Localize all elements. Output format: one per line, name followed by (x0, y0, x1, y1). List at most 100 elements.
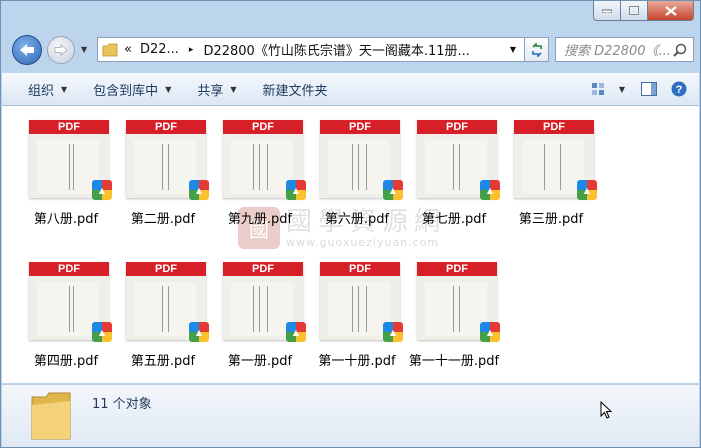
close-button[interactable] (648, 1, 694, 21)
pdf-band: PDF (514, 120, 594, 134)
page-preview (37, 140, 99, 194)
search-box[interactable]: 搜索 D22800《... (555, 37, 694, 62)
pdf-app-glyph: ▲ (389, 185, 397, 195)
pdf-app-icon: ▲ (383, 180, 403, 200)
pdf-band: PDF (320, 262, 400, 276)
text-column-line (162, 286, 163, 332)
pdf-band: PDF (320, 120, 400, 134)
breadcrumb-current[interactable]: D22800《竹山陈氏宗谱》天一阁藏本.11册... (203, 40, 501, 59)
page-preview (134, 282, 196, 336)
address-row: ▼ « D22... ▸ D22800《竹山陈氏宗谱》天一阁藏本.11册... … (1, 33, 700, 69)
folder-icon (102, 43, 118, 56)
address-dropdown-icon[interactable]: ▼ (510, 45, 516, 54)
file-item[interactable]: PDF ▲ 第一十册.pdf (309, 262, 405, 372)
file-item[interactable]: PDF ▲ 第二册.pdf (115, 120, 211, 230)
item-count: 11 个对象 (92, 397, 152, 412)
organize-menu[interactable]: 组织 ▼ (2, 73, 80, 105)
pdf-app-glyph: ▲ (98, 327, 106, 337)
pdf-app-glyph: ▲ (292, 327, 300, 337)
organize-label: 组织 (28, 83, 55, 99)
view-options-button[interactable]: ▼ (585, 73, 631, 105)
pdf-app-glyph: ▲ (583, 185, 591, 195)
title-bar (1, 1, 700, 31)
file-item[interactable]: PDF ▲ 第七册.pdf (406, 120, 502, 230)
text-column-line (259, 144, 260, 190)
address-bar[interactable]: « D22... ▸ D22800《竹山陈氏宗谱》天一阁藏本.11册... ▼ (97, 37, 525, 62)
file-name: 第三册.pdf (518, 212, 584, 227)
new-folder-button[interactable]: 新建文件夹 (250, 73, 341, 105)
page-preview (328, 140, 390, 194)
text-column-line (459, 144, 460, 190)
pdf-band: PDF (29, 120, 109, 134)
file-name: 第一十册.pdf (318, 354, 396, 369)
pdf-band: PDF (223, 120, 303, 134)
pdf-app-icon: ▲ (480, 180, 500, 200)
include-label: 包含到库中 (93, 83, 159, 99)
share-menu[interactable]: 共享 ▼ (184, 73, 249, 105)
maximize-button[interactable] (621, 1, 648, 21)
text-column-line (358, 144, 359, 190)
preview-pane-button[interactable] (631, 73, 667, 105)
pdf-app-glyph: ▲ (98, 185, 106, 195)
file-name: 第五册.pdf (130, 354, 196, 369)
file-name: 第八册.pdf (33, 212, 99, 227)
file-name: 第一册.pdf (227, 354, 293, 369)
text-column-line (366, 286, 367, 332)
watermark-url: www.guoxueziyuan.com (286, 235, 440, 249)
file-item[interactable]: PDF ▲ 第六册.pdf (309, 120, 405, 230)
pdf-band: PDF (126, 262, 206, 276)
page-preview (231, 140, 293, 194)
file-item[interactable]: PDF ▲ 第四册.pdf (18, 262, 114, 372)
file-item[interactable]: PDF ▲ 第五册.pdf (115, 262, 211, 372)
text-column-line (267, 286, 268, 332)
view-grid-icon (591, 83, 604, 95)
minimize-button[interactable] (593, 1, 621, 21)
pdf-app-icon: ▲ (92, 322, 112, 342)
breadcrumb-parent[interactable]: D22... (140, 42, 179, 57)
file-item[interactable]: PDF ▲ 第一册.pdf (212, 262, 308, 372)
file-list: 國 國學資源網 www.guoxueziyuan.com PDF ▲ 第八册.pdf… (2, 106, 699, 383)
back-button[interactable] (12, 35, 42, 65)
search-input[interactable]: 搜索 D22800《... (556, 40, 673, 59)
forward-button[interactable] (47, 36, 75, 64)
folder-large-icon (31, 392, 71, 440)
text-column-line (69, 144, 70, 190)
pdf-app-glyph: ▲ (486, 185, 494, 195)
recent-pages-dropdown[interactable]: ▼ (81, 45, 87, 54)
file-item[interactable]: PDF ▲ 第一十一册.pdf (406, 262, 502, 372)
text-column-line (352, 286, 353, 332)
text-column-line (73, 144, 74, 190)
text-column-line (162, 144, 163, 190)
maximize-icon (629, 6, 639, 15)
pdf-app-glyph: ▲ (486, 327, 494, 337)
file-name: 第四册.pdf (33, 354, 99, 369)
pdf-app-icon: ▲ (286, 180, 306, 200)
text-column-line (253, 144, 254, 190)
chevron-down-icon: ▼ (61, 84, 68, 94)
chevron-down-icon: ▼ (230, 84, 237, 94)
page-preview (328, 282, 390, 336)
svg-text:?: ? (676, 84, 683, 96)
share-label: 共享 (197, 83, 224, 99)
page-preview (425, 282, 487, 336)
breadcrumb-separator-icon[interactable]: ▸ (189, 45, 194, 55)
address-overflow[interactable]: « (124, 42, 132, 57)
pdf-app-icon: ▲ (480, 322, 500, 342)
pdf-band: PDF (417, 262, 497, 276)
text-column-line (73, 286, 74, 332)
text-column-line (267, 144, 268, 190)
file-item[interactable]: PDF ▲ 第八册.pdf (18, 120, 114, 230)
search-icon[interactable] (673, 43, 687, 57)
close-icon (664, 5, 677, 16)
include-in-library-menu[interactable]: 包含到库中 ▼ (80, 73, 184, 105)
pdf-app-icon: ▲ (286, 322, 306, 342)
file-item[interactable]: PDF ▲ 第三册.pdf (503, 120, 599, 230)
forward-arrow-icon (54, 44, 68, 56)
pdf-band: PDF (223, 262, 303, 276)
pdf-app-glyph: ▲ (195, 327, 203, 337)
file-item[interactable]: PDF ▲ 第九册.pdf (212, 120, 308, 230)
pdf-app-icon: ▲ (577, 180, 597, 200)
help-button[interactable]: ? (667, 73, 699, 105)
text-column-line (352, 144, 353, 190)
refresh-button[interactable] (525, 37, 549, 62)
